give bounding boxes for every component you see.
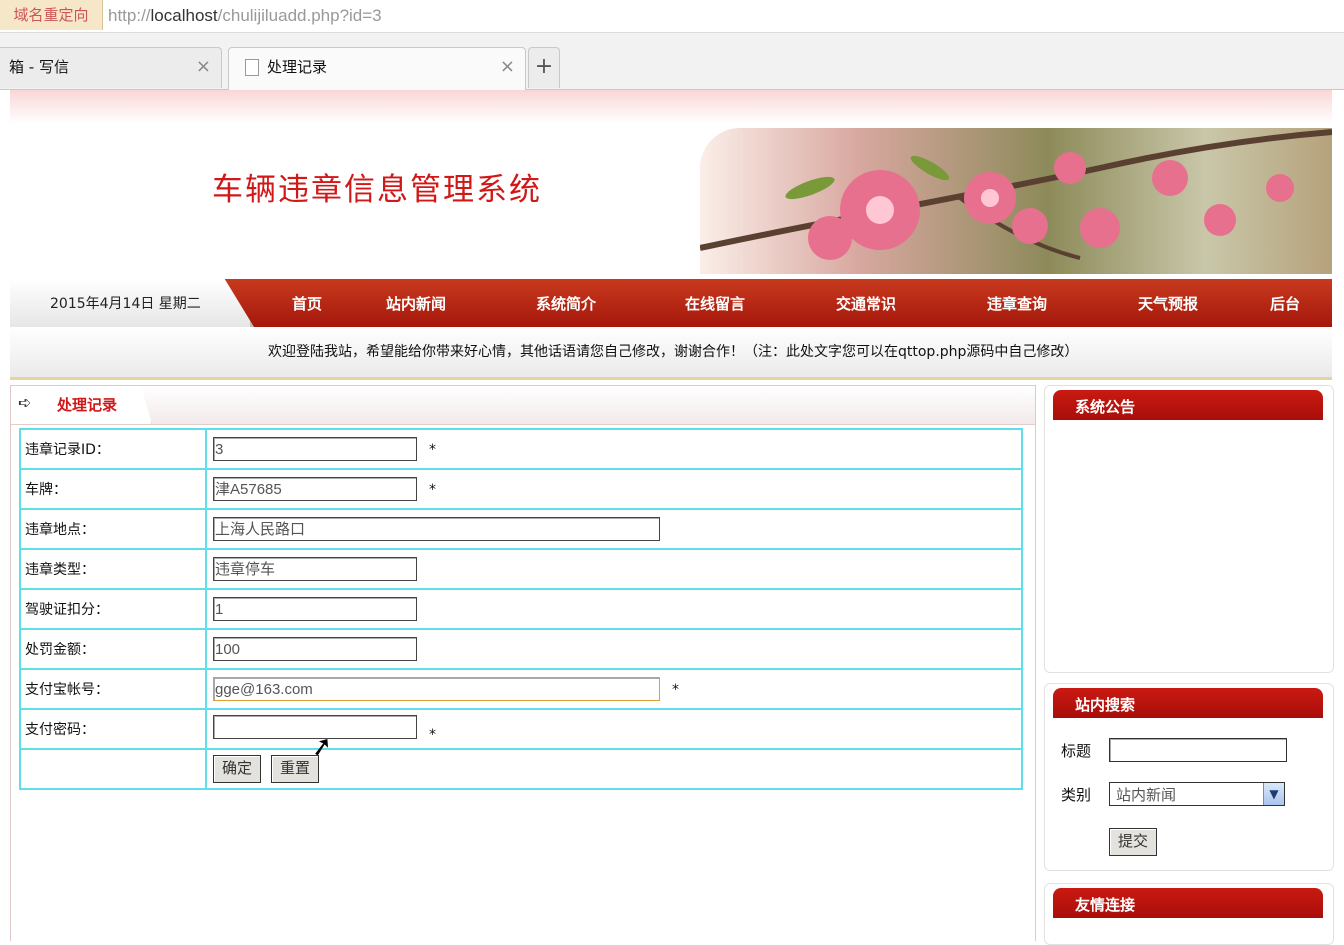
url-text[interactable]: http://localhost/chulijiluadd.php?id=3 xyxy=(108,0,382,32)
notice-title: 系统公告 xyxy=(1075,398,1136,416)
field-label: 驾驶证扣分： xyxy=(19,588,207,630)
banner-image xyxy=(700,128,1332,274)
form-row: 确定 重置 xyxy=(19,748,1023,790)
nav-about[interactable]: 系统简介 xyxy=(536,293,596,314)
license-points-field[interactable]: 1 xyxy=(213,597,417,621)
field-label: 车牌： xyxy=(19,468,207,510)
links-header: 友情连接 xyxy=(1053,888,1323,918)
form-row: 违章类型： 违章停车 xyxy=(19,548,1023,590)
top-strip xyxy=(10,90,1332,124)
nav-violation-query[interactable]: 违章查询 xyxy=(987,293,1047,314)
search-header: 站内搜索 xyxy=(1053,688,1323,718)
search-box: 站内搜索 标题 类别 站内新闻 ▼ 提交 xyxy=(1044,683,1334,871)
form-row: 支付宝帐号： gge@163.com * xyxy=(19,668,1023,710)
date-box: 2015年4月14日 星期二 xyxy=(10,279,254,327)
violation-type-field[interactable]: 违章停车 xyxy=(213,557,417,581)
nav-traffic-tips[interactable]: 交通常识 xyxy=(836,293,896,314)
reset-button[interactable]: 重置 xyxy=(271,755,320,783)
field-label: 处罚金额： xyxy=(19,628,207,670)
notice-header: 系统公告 xyxy=(1053,390,1323,420)
redirect-badge[interactable]: 域名重定向 xyxy=(0,0,103,30)
field-label: 违章地点： xyxy=(19,508,207,550)
form-row: 支付密码： * ➚ xyxy=(19,708,1023,764)
close-icon[interactable]: × xyxy=(500,48,515,86)
required-mark: * xyxy=(429,442,436,458)
arrow-right-icon: ➪ xyxy=(18,393,32,412)
close-icon[interactable]: × xyxy=(196,48,211,86)
search-title: 站内搜索 xyxy=(1075,696,1136,714)
tab-processing-record[interactable]: 处理记录 × xyxy=(228,47,526,90)
location-field[interactable]: 上海人民路口 xyxy=(213,517,660,541)
required-mark: * xyxy=(429,482,436,498)
page: 车辆违章信息管理系统 2015年4月14日 星期二 首页 站内新闻 系统简介 在 xyxy=(10,90,1334,945)
alipay-account-field[interactable]: gge@163.com xyxy=(213,677,660,701)
panel-header: ➪ 处理记录 xyxy=(11,386,1035,425)
tab-label: 箱 - 写信 xyxy=(9,58,69,76)
submit-button[interactable]: 确定 xyxy=(213,755,262,783)
tab-mail-compose[interactable]: 箱 - 写信 × xyxy=(0,47,222,88)
welcome-bar: 欢迎登陆我站，希望能给你带来好心情，其他话语请您自己修改，谢谢合作！（注：此处文… xyxy=(10,327,1332,380)
search-category-label: 类别 xyxy=(1061,786,1092,804)
sidebar: 系统公告 站内搜索 标题 类别 站内新闻 ▼ 提交 友情连接 xyxy=(1044,385,1334,945)
field-label: 违章记录ID： xyxy=(19,428,207,470)
notice-box: 系统公告 xyxy=(1044,385,1334,673)
banner: 车辆违章信息管理系统 xyxy=(10,124,1332,279)
form-row: 车牌： 津A57685 * xyxy=(19,468,1023,510)
form-row: 驾驶证扣分： 1 xyxy=(19,588,1023,630)
welcome-text: 欢迎登陆我站，希望能给你带来好心情，其他话语请您自己修改，谢谢合作！（注：此处文… xyxy=(268,344,1079,360)
required-mark: * xyxy=(429,727,436,743)
fine-amount-field[interactable]: 100 xyxy=(213,637,417,661)
field-label: 违章类型： xyxy=(19,548,207,590)
field-label: 支付密码： xyxy=(19,708,207,750)
search-submit-button[interactable]: 提交 xyxy=(1109,828,1158,856)
record-id-field[interactable]: 3 xyxy=(213,437,417,461)
search-title-input[interactable] xyxy=(1109,738,1287,762)
search-category-value: 站内新闻 xyxy=(1116,786,1177,804)
main-nav: 2015年4月14日 星期二 首页 站内新闻 系统简介 在线留言 交通常识 违章… xyxy=(10,279,1332,327)
chevron-down-icon[interactable]: ▼ xyxy=(1263,783,1284,805)
document-icon xyxy=(245,59,259,76)
required-mark: * xyxy=(672,682,679,698)
nav-weather[interactable]: 天气预报 xyxy=(1138,293,1198,314)
nav-guestbook[interactable]: 在线留言 xyxy=(685,293,745,314)
address-bar[interactable]: 域名重定向 http://localhost/chulijiluadd.php?… xyxy=(0,0,1344,33)
search-category-select[interactable]: 站内新闻 ▼ xyxy=(1109,782,1285,806)
nav-news[interactable]: 站内新闻 xyxy=(386,293,446,314)
field-label: 支付宝帐号： xyxy=(19,668,207,710)
tab-strip: 箱 - 写信 × 处理记录 × + xyxy=(0,33,1344,90)
new-tab-button[interactable]: + xyxy=(528,47,560,88)
main-panel: ➪ 处理记录 违章记录ID： 3 * 车牌： 津A57685 * 违章地点： 上海人… xyxy=(10,385,1036,941)
date-text: 2015年4月14日 星期二 xyxy=(50,296,201,312)
form-row: 违章地点： 上海人民路口 xyxy=(19,508,1023,550)
search-title-label: 标题 xyxy=(1061,742,1092,760)
links-box: 友情连接 xyxy=(1044,883,1334,945)
nav-admin[interactable]: 后台 xyxy=(1270,293,1300,314)
plate-field[interactable]: 津A57685 xyxy=(213,477,417,501)
links-title: 友情连接 xyxy=(1075,896,1136,914)
form-row: 违章记录ID： 3 * xyxy=(19,428,1023,470)
form-row: 处罚金额： 100 xyxy=(19,628,1023,670)
record-form: 违章记录ID： 3 * 车牌： 津A57685 * 违章地点： 上海人民路口 违章类… xyxy=(19,428,1023,790)
tab-label: 处理记录 xyxy=(267,58,328,76)
nav-home[interactable]: 首页 xyxy=(292,293,322,314)
panel-title: 处理记录 xyxy=(57,396,118,414)
site-title: 车辆违章信息管理系统 xyxy=(212,172,542,208)
